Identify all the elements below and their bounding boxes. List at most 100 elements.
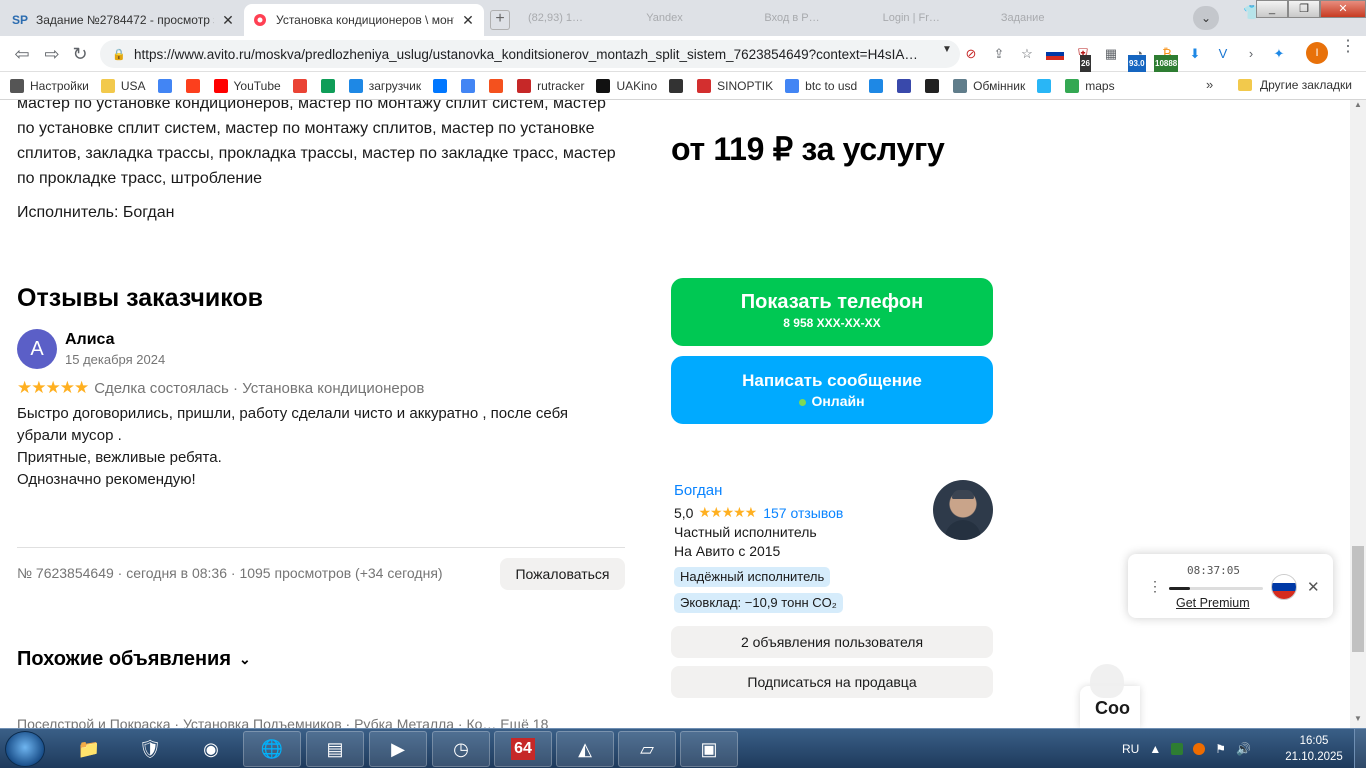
flag-extension-icon[interactable]: [1046, 48, 1064, 60]
tray-app-icon[interactable]: [1171, 743, 1184, 755]
dropdown-arrow-icon[interactable]: ▼: [942, 44, 952, 55]
bookmark-item[interactable]: [185, 78, 206, 93]
seller-avatar[interactable]: [933, 480, 993, 540]
profile-avatar[interactable]: I: [1306, 42, 1328, 64]
notepad-icon[interactable]: ▱: [618, 731, 676, 767]
ghost-tab[interactable]: (82,93) 1…: [520, 6, 632, 32]
other-bookmarks[interactable]: Другие закладки: [1238, 78, 1352, 92]
terminal-icon[interactable]: ▣: [680, 731, 738, 767]
close-tab-icon[interactable]: ✕: [220, 12, 236, 29]
tab-search-chevron-icon[interactable]: ⌄: [1193, 6, 1219, 30]
share-icon[interactable]: ⇪: [990, 45, 1008, 63]
similar-categories-row[interactable]: Поселстрой и Покраска · Установка Подъем…: [17, 716, 637, 728]
page-scrollbar[interactable]: ▲ ▼: [1350, 100, 1366, 728]
bookmark-item[interactable]: [1037, 78, 1057, 93]
start-button[interactable]: [5, 731, 45, 767]
shield-extension-icon[interactable]: ⛨ 26: [1074, 45, 1092, 73]
tray-app-icon[interactable]: [1193, 743, 1206, 755]
reliable-badge[interactable]: Надёжный исполнитель: [674, 567, 831, 587]
clock-app-icon[interactable]: ◷: [432, 731, 490, 767]
seller-reviews-link[interactable]: 157 отзывов: [763, 505, 843, 521]
minimize-button[interactable]: _: [1256, 0, 1288, 18]
maximize-button[interactable]: ❐: [1288, 0, 1320, 18]
scrollbar-thumb[interactable]: [1352, 546, 1364, 652]
bookmark-item[interactable]: [320, 78, 341, 93]
close-window-button[interactable]: ✕: [1320, 0, 1366, 18]
system-clock[interactable]: 16:05 21.10.2025: [1284, 733, 1344, 765]
show-phone-button[interactable]: Показать телефон 8 958 XXX-XX-XX: [671, 278, 993, 346]
bookmark-item[interactable]: btc to usd: [785, 78, 857, 93]
bookmark-item[interactable]: [897, 78, 917, 93]
address-bar[interactable]: 🔒 https://www.avito.ru/moskva/predlozhen…: [100, 40, 960, 68]
chrome-icon[interactable]: ◉: [182, 731, 240, 767]
tray-expand-icon[interactable]: ▲: [1149, 742, 1161, 756]
bookmark-item[interactable]: Настройки: [10, 78, 89, 93]
seller-name-link[interactable]: Богдан: [674, 482, 722, 499]
forward-icon[interactable]: ⇨: [42, 44, 62, 64]
volume-icon[interactable]: 🔊: [1236, 742, 1251, 756]
scroll-up-icon[interactable]: ▲: [1350, 100, 1366, 114]
chart-app-icon[interactable]: ◭: [556, 731, 614, 767]
new-tab-button[interactable]: +: [490, 10, 510, 30]
media-icon[interactable]: ▶: [369, 731, 427, 767]
bookmark-item[interactable]: [292, 78, 313, 93]
bookmark-item[interactable]: [157, 78, 178, 93]
media-extension-icon[interactable]: ▦: [1102, 45, 1120, 63]
network-icon[interactable]: 🌐: [243, 731, 301, 767]
reload-icon[interactable]: ↻: [70, 44, 90, 64]
eco-badge[interactable]: Эковклад: −10,9 тонн CO₂: [674, 593, 843, 613]
scroll-down-icon[interactable]: ▼: [1350, 714, 1366, 728]
bookmark-item[interactable]: [869, 78, 889, 93]
bookmark-item[interactable]: SINOPTIK: [697, 78, 773, 93]
russia-flag-icon[interactable]: [1271, 574, 1297, 600]
messenger-widget[interactable]: Соо: [1080, 664, 1140, 728]
bookmarks-overflow-icon[interactable]: »: [1206, 77, 1213, 92]
bookmark-item[interactable]: UAKino: [596, 78, 657, 93]
bookmark-item[interactable]: [433, 78, 453, 93]
ghost-tab[interactable]: Задание: [993, 6, 1105, 32]
tab-avito[interactable]: Установка кондиционеров \ монт ✕: [244, 4, 484, 36]
explorer-icon[interactable]: 📁: [60, 731, 118, 767]
bookmark-item[interactable]: [461, 78, 481, 93]
puzzle-extension-icon[interactable]: ✦: [1270, 45, 1288, 63]
similar-ads-heading[interactable]: Похожие объявления ⌄: [17, 648, 251, 671]
bookmark-item[interactable]: [489, 78, 509, 93]
shield-app-icon[interactable]: 🛡: [121, 731, 179, 767]
bookmark-item[interactable]: Обмінник: [953, 78, 1025, 93]
speed-extension-icon[interactable]: ◔ 93.0: [1128, 45, 1148, 73]
bookmark-item[interactable]: maps: [1065, 78, 1115, 93]
bookmark-item[interactable]: [669, 78, 689, 93]
64-icon[interactable]: 64: [494, 731, 552, 767]
seller-ads-button[interactable]: 2 объявления пользователя: [671, 626, 993, 658]
action-center-icon[interactable]: ⚑: [1215, 742, 1226, 756]
terminal-extension-icon[interactable]: ›: [1242, 45, 1260, 63]
close-icon[interactable]: ✕: [1307, 578, 1320, 596]
back-icon[interactable]: ⇦: [12, 44, 32, 64]
bookmark-item[interactable]: загрузчик: [348, 78, 421, 93]
url-text[interactable]: https://www.avito.ru/moskva/predlozheniy…: [134, 47, 944, 62]
bookmark-item[interactable]: USA: [100, 78, 146, 93]
bookmark-item[interactable]: rutracker: [517, 78, 584, 93]
send-message-button[interactable]: Написать сообщение Онлайн: [671, 356, 993, 424]
v-extension-icon[interactable]: V: [1214, 45, 1232, 63]
calc-icon[interactable]: ▤: [306, 731, 364, 767]
bookmark-star-icon[interactable]: ☆: [1018, 45, 1036, 63]
lock-icon[interactable]: 🔒: [112, 48, 126, 61]
download-extension-icon[interactable]: ⬇: [1186, 45, 1204, 63]
bookmark-item[interactable]: YouTube: [213, 78, 281, 93]
ghost-tab[interactable]: Login | Fr…: [875, 6, 987, 32]
show-desktop-button[interactable]: [1354, 729, 1366, 768]
ghost-tab[interactable]: Вход в Р…: [756, 6, 868, 32]
close-tab-icon[interactable]: ✕: [460, 12, 476, 29]
subscribe-seller-button[interactable]: Подписаться на продавца: [671, 666, 993, 698]
popup-menu-icon[interactable]: ⋮: [1148, 578, 1162, 595]
language-indicator[interactable]: RU: [1122, 742, 1139, 756]
ghost-tab[interactable]: Yandex: [638, 6, 750, 32]
report-button[interactable]: Пожаловаться: [500, 558, 625, 590]
bitcoin-extension-icon[interactable]: ₿ 10888: [1154, 45, 1179, 73]
bookmark-item[interactable]: [925, 78, 945, 93]
browser-menu-icon[interactable]: ⋮: [1340, 39, 1356, 55]
get-premium-link[interactable]: Get Premium: [1176, 596, 1250, 610]
tab-task[interactable]: SP Задание №2784472 - просмотр з ✕: [4, 4, 244, 36]
blocked-popup-icon[interactable]: ⊘: [962, 45, 980, 63]
